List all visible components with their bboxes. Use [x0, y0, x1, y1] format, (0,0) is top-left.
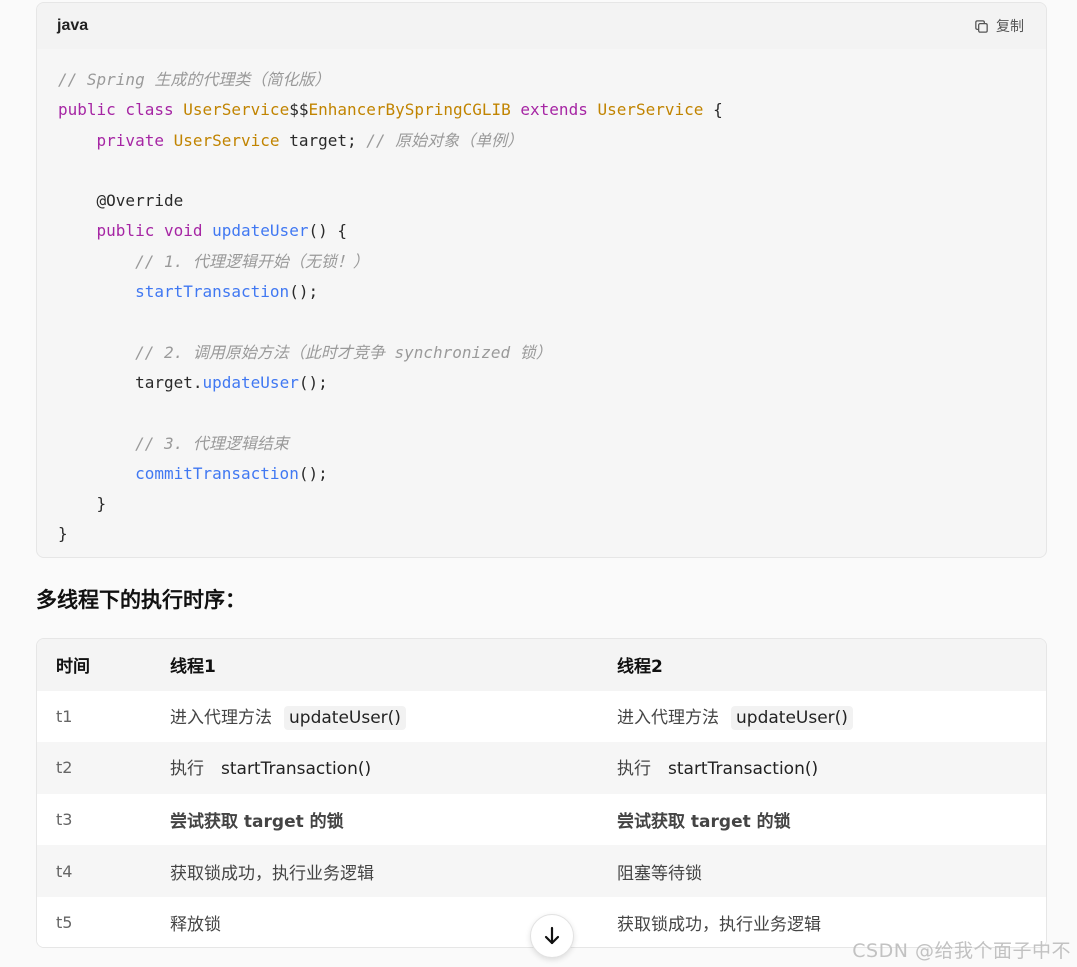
- code-token: }: [58, 494, 107, 514]
- code-token: {: [703, 100, 723, 120]
- code-line: }: [58, 489, 1026, 519]
- thread1-cell: 尝试获取 target 的锁: [170, 807, 617, 832]
- code-token: // 3. 代理逻辑结束: [135, 433, 289, 453]
- timing-table: 时间 线程1 线程2 t1 进入代理方法 updateUser() 进入代理方法 upd…: [36, 638, 1047, 948]
- code-line: startTransaction();: [58, 277, 1026, 307]
- code-line: commitTransaction();: [58, 459, 1026, 489]
- code-line: // 1. 代理逻辑开始（无锁！）: [58, 247, 1026, 277]
- code-token: target.: [58, 372, 203, 392]
- scroll-to-bottom-button[interactable]: [530, 914, 574, 958]
- thread2-cell: 进入代理方法 updateUser(): [617, 703, 1046, 730]
- thread1-text: 尝试获取 target 的锁: [170, 812, 344, 833]
- time-cell: t4: [56, 861, 73, 881]
- thread2-cell: 执行 startTransaction(): [617, 754, 1046, 781]
- code-block-header: java 复制: [37, 3, 1046, 49]
- inline-code: startTransaction(): [221, 759, 372, 780]
- code-token: commitTransaction: [135, 463, 299, 483]
- code-language-label: java: [57, 17, 89, 34]
- copy-button-label: 复制: [996, 18, 1024, 34]
- code-token: // 1. 代理逻辑开始（无锁！）: [135, 251, 369, 271]
- section-title: 多线程下的执行时序：: [36, 588, 246, 612]
- time-cell: t3: [56, 810, 73, 830]
- time-cell: t2: [56, 758, 73, 778]
- code-line: // Spring 生成的代理类（简化版）: [58, 65, 1026, 95]
- code-token: startTransaction: [135, 282, 290, 302]
- table-row: t4 获取锁成功，执行业务逻辑 阻塞等待锁: [37, 845, 1046, 897]
- copy-icon: [975, 19, 988, 33]
- thread1-cell: 执行 startTransaction(): [170, 754, 617, 781]
- time-cell: t5: [56, 913, 73, 933]
- code-token: // Spring 生成的代理类（简化版）: [58, 70, 331, 89]
- thread1-text: 释放锁: [170, 915, 221, 936]
- code-token: $$: [289, 100, 309, 120]
- thread2-text: 进入代理方法: [617, 707, 719, 728]
- time-cell: t1: [56, 706, 73, 726]
- thread1-text: 执行: [170, 759, 204, 780]
- thread1-text: 获取锁成功，执行业务逻辑: [170, 863, 374, 884]
- code-line: @Override: [58, 186, 1026, 216]
- code-token: target;: [279, 130, 367, 150]
- thread2-cell: 尝试获取 target 的锁: [617, 807, 1046, 832]
- thread2-text: 阻塞等待锁: [617, 863, 702, 884]
- table-row: t1 进入代理方法 updateUser() 进入代理方法 updateUser(): [37, 690, 1046, 743]
- table-header-time: 时间: [56, 657, 90, 678]
- table-header-thread1: 线程1: [170, 657, 216, 678]
- code-token: public void: [96, 221, 213, 241]
- code-line: public class UserService$$EnhancerBySpri…: [58, 95, 1026, 125]
- code-token: EnhancerBySpringCGLIB: [308, 100, 511, 120]
- thread2-text: 尝试获取 target 的锁: [617, 812, 791, 833]
- thread2-cell: 阻塞等待锁: [617, 859, 1046, 884]
- code-token: UserService: [173, 130, 280, 150]
- code-line: // 3. 代理逻辑结束: [58, 429, 1026, 459]
- inline-code: startTransaction(): [668, 759, 819, 780]
- code-token: updateUser: [202, 372, 299, 392]
- table-row: t2 执行 startTransaction() 执行 startTransaction…: [37, 742, 1046, 794]
- code-token: // 2. 调用原始方法（此时才竞争 synchronized 锁）: [135, 342, 552, 362]
- arrow-down-icon: [544, 926, 560, 945]
- thread1-cell: 进入代理方法 updateUser(): [170, 703, 617, 730]
- thread2-text: 获取锁成功，执行业务逻辑: [617, 915, 821, 936]
- code-token: public class: [58, 100, 184, 120]
- code-token: UserService: [597, 100, 704, 120]
- code-token: () {: [308, 221, 347, 241]
- code-token: updateUser: [212, 221, 309, 241]
- thread1-text: 进入代理方法: [170, 707, 272, 728]
- code-line: public void updateUser() {: [58, 216, 1026, 246]
- code-content: // Spring 生成的代理类（简化版） public class UserSe…: [37, 49, 1046, 550]
- code-line: // 2. 调用原始方法（此时才竞争 synchronized 锁）: [58, 338, 1026, 368]
- inline-code: updateUser(): [731, 705, 853, 730]
- code-line: target.updateUser();: [58, 368, 1026, 398]
- thread2-text: 执行: [617, 759, 651, 780]
- inline-code: updateUser(): [284, 705, 406, 730]
- watermark: CSDN @给我个面子中不: [852, 940, 1071, 962]
- table-header-row: 时间 线程1 线程2: [37, 639, 1046, 691]
- table-header-thread2: 线程2: [617, 657, 663, 678]
- code-token: private: [96, 130, 174, 150]
- code-token: ();: [298, 372, 328, 392]
- code-token: extends: [510, 100, 598, 120]
- code-block: java 复制 // Spring 生成的代理类（简化版） public clas…: [36, 2, 1047, 558]
- thread2-cell: 获取锁成功，执行业务逻辑: [617, 910, 1046, 935]
- copy-button[interactable]: 复制: [973, 16, 1024, 36]
- code-token: }: [58, 524, 68, 544]
- code-token: ();: [298, 463, 328, 483]
- code-line: }: [58, 519, 1026, 549]
- code-token: @Override: [58, 191, 184, 211]
- code-token: ();: [289, 282, 319, 302]
- code-line: private UserService target; // 原始对象（单例）: [58, 126, 1026, 156]
- code-token: UserService: [183, 100, 290, 120]
- thread1-cell: 获取锁成功，执行业务逻辑: [170, 859, 617, 884]
- code-token: // 原始对象（单例）: [366, 130, 524, 150]
- table-row: t3 尝试获取 target 的锁 尝试获取 target 的锁: [37, 793, 1046, 846]
